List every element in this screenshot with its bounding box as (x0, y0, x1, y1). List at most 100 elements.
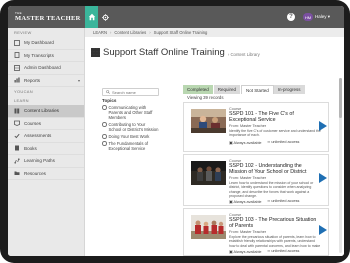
topic-label: Contributing to Your School or District'… (108, 122, 159, 132)
settings-button[interactable] (98, 6, 112, 28)
scrollbar-thumb[interactable] (339, 78, 342, 118)
lock-icon: ∞ (267, 249, 271, 253)
sidebar-item-admin-dashboard[interactable]: Admin Dashboard (8, 62, 84, 75)
screen: THE MASTER TEACHER ? HM Haley ▾ REVIEW M… (8, 6, 344, 256)
home-button[interactable] (85, 6, 98, 28)
sidebar-item-label: Reports (24, 77, 41, 83)
course-access: ∞ unlimited access (268, 140, 300, 145)
access-text: unlimited access (271, 199, 300, 203)
topic-option[interactable]: Communicating with Parents and Other Sta… (102, 105, 164, 120)
lock-icon: ∞ (267, 140, 271, 144)
radio-button[interactable] (102, 134, 107, 139)
topic-option[interactable]: Doing Your Best Work (102, 134, 164, 139)
course-description: Explore the precarious situation of pare… (229, 235, 321, 248)
tab-required[interactable]: Required (213, 85, 242, 94)
sidebar-section-learn: LEARN (14, 98, 29, 103)
access-text: unlimited access (271, 140, 300, 144)
sidebar-item-label: Courses (24, 120, 42, 126)
course-card[interactable]: Course SSPD 103 - The Precarious Situati… (183, 208, 329, 256)
search-input[interactable] (112, 89, 158, 95)
radio-button[interactable] (102, 122, 107, 127)
page-subtitle: › Content Library (227, 51, 260, 57)
course-title[interactable]: SSPD 101 - The Five C's of Exceptional S… (229, 111, 319, 123)
admin-icon (14, 64, 20, 71)
home-icon (88, 13, 95, 21)
course-availability: ▣ Always available (229, 199, 262, 204)
course-availability: ▣ Always available (229, 140, 262, 145)
radio-button[interactable] (102, 105, 107, 110)
availability-text: Always available (233, 250, 262, 254)
topic-option[interactable]: The Fundamentals of Exceptional Service (102, 141, 164, 151)
folder-icon (14, 170, 20, 176)
sidebar-item-my-transcripts[interactable]: My Transcripts (8, 50, 84, 62)
sidebar-item-label: My Dashboard (24, 40, 54, 46)
sidebar-item-label: Assessments (24, 133, 52, 139)
sidebar: REVIEW My Dashboard My Transcripts Admin… (8, 28, 85, 256)
scrollbar[interactable] (339, 78, 342, 253)
course-thumbnail (191, 109, 226, 133)
sidebar-item-label: Resources (24, 170, 46, 176)
page-header: Support Staff Online Training › Content … (91, 47, 260, 58)
course-description: Identify the five C's of customer servic… (229, 129, 321, 138)
library-icon (14, 108, 20, 114)
sidebar-item-content-libraries[interactable]: Content Libraries (8, 105, 84, 118)
sidebar-item-reports[interactable]: Reports ▾ (8, 75, 84, 87)
radio-button[interactable] (102, 141, 107, 146)
tab-completed[interactable]: Completed (183, 85, 214, 94)
user-name: Haley (314, 14, 327, 19)
book-icon (14, 145, 20, 151)
course-availability: ▣ Always available (229, 249, 262, 254)
sidebar-item-resources[interactable]: Resources (8, 168, 84, 180)
course-source: From: Master Teacher (229, 230, 267, 234)
access-text: unlimited access (271, 249, 300, 253)
sidebar-item-courses[interactable]: Courses (8, 118, 84, 130)
sidebar-item-books[interactable]: Books (8, 143, 84, 155)
sidebar-item-label: Admin Dashboard (24, 65, 61, 71)
topic-option[interactable]: Contributing to Your School or District'… (102, 122, 164, 132)
dashboard-icon (14, 39, 20, 46)
sidebar-item-assessments[interactable]: Assessments (8, 130, 84, 143)
chart-icon (14, 77, 20, 83)
brand-name: MASTER TEACHER (15, 15, 81, 22)
tab-not-started[interactable]: Not Started (241, 85, 274, 94)
brand-logo[interactable]: THE MASTER TEACHER (8, 6, 85, 28)
page-title: Support Staff Online Training (103, 47, 225, 58)
status-tabs: Completed Required Not Started In-progre… (183, 85, 306, 94)
sidebar-item-learning-paths[interactable]: Learning Paths (8, 155, 84, 168)
topics-label: Topics (102, 98, 117, 103)
course-source: From: Master Teacher (229, 124, 267, 128)
breadcrumb: LEARN › Content Libraries › Support Staf… (85, 28, 344, 37)
tab-in-progress[interactable]: In-progress (273, 85, 306, 94)
breadcrumb-content-libraries[interactable]: Content Libraries (114, 30, 146, 35)
sidebar-section-youcan: YOUCAN (14, 89, 33, 94)
availability-text: Always available (233, 141, 262, 145)
help-icon[interactable]: ? (286, 13, 295, 21)
sidebar-item-label: My Transcripts (24, 52, 54, 58)
course-card[interactable]: Course SSPD 102 - Understanding the Miss… (183, 154, 329, 206)
course-title[interactable]: SSPD 103 - The Precarious Situation of P… (229, 217, 319, 229)
filter-panel: Topics Communicating with Parents and Ot… (90, 70, 164, 256)
chevron-down-icon: ▾ (77, 77, 80, 83)
play-icon[interactable] (319, 121, 327, 131)
record-count: Viewing 39 records (187, 95, 224, 100)
chevron-down-icon: ▾ (327, 14, 330, 19)
avatar[interactable]: HM (302, 13, 313, 21)
breadcrumb-separator: › (109, 30, 112, 35)
course-title[interactable]: SSPD 102 - Understanding the Mission of … (229, 163, 319, 175)
lock-icon: ∞ (267, 199, 271, 203)
breadcrumb-current: Support Staff Online Training (153, 30, 208, 35)
sidebar-item-my-dashboard[interactable]: My Dashboard (8, 37, 84, 50)
sidebar-section-review: REVIEW (14, 30, 32, 35)
play-icon[interactable] (319, 225, 327, 235)
checklist-icon (14, 133, 20, 139)
user-menu[interactable]: Haley ▾ (315, 14, 330, 20)
course-access: ∞ unlimited access (268, 249, 300, 254)
search-box[interactable] (102, 88, 159, 96)
gear-icon (101, 13, 109, 21)
course-card[interactable]: Course SSPD 101 - The Five C's of Except… (183, 102, 329, 152)
play-icon[interactable] (319, 173, 327, 183)
course-thumbnail (191, 161, 226, 185)
breadcrumb-learn[interactable]: LEARN (93, 30, 107, 35)
availability-text: Always available (233, 200, 262, 204)
course-meta: ▣ Always available ∞ unlimited access (229, 249, 299, 254)
